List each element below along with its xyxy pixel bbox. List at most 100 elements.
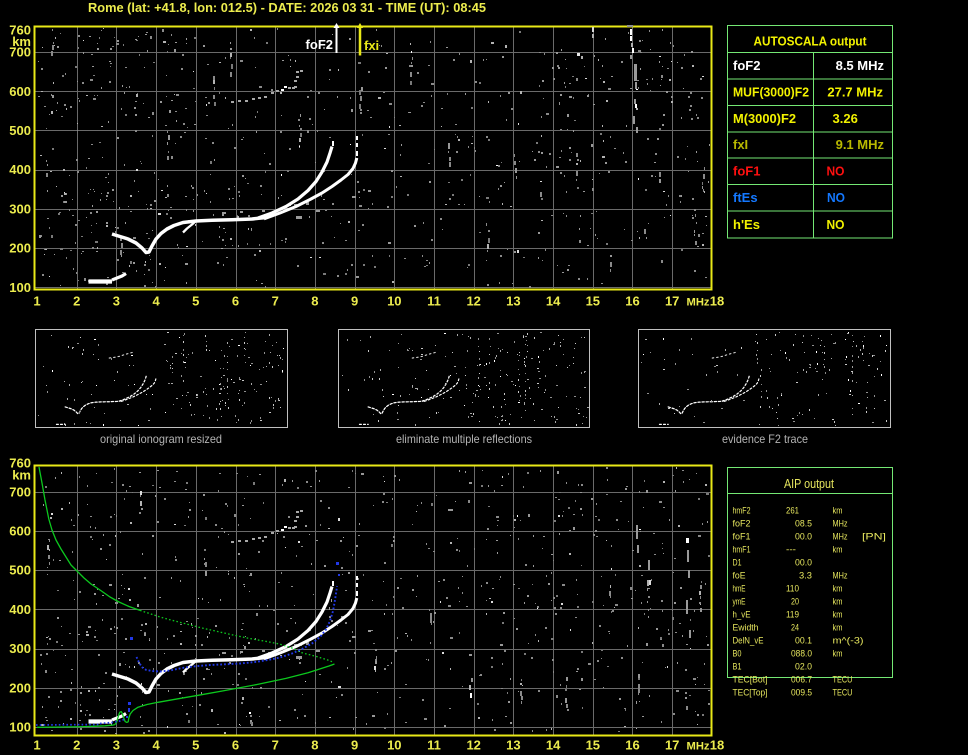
- svg-text:261: 261: [786, 505, 799, 516]
- svg-text:foF2: foF2: [306, 37, 333, 52]
- svg-text:AIP output: AIP output: [784, 477, 834, 491]
- svg-text:13: 13: [506, 294, 520, 309]
- svg-text:18: 18: [710, 294, 724, 309]
- svg-text:300: 300: [9, 201, 31, 216]
- svg-text:eliminate multiple reflections: eliminate multiple reflections: [396, 432, 532, 446]
- svg-text:2: 2: [73, 738, 80, 753]
- svg-text:10: 10: [387, 738, 401, 753]
- svg-text:3: 3: [113, 294, 120, 309]
- svg-text:MHz: MHz: [687, 297, 711, 309]
- svg-text:700: 700: [9, 45, 31, 60]
- svg-text:00.1: 00.1: [795, 635, 812, 646]
- svg-text:ftEs: ftEs: [733, 190, 758, 205]
- svg-text:12: 12: [466, 738, 480, 753]
- svg-text:9: 9: [351, 738, 358, 753]
- svg-text:hmF2: hmF2: [733, 505, 751, 516]
- svg-text:02.0: 02.0: [795, 661, 812, 672]
- svg-text:8.5 MHz: 8.5 MHz: [836, 58, 885, 73]
- svg-text:fxi: fxi: [364, 38, 379, 53]
- svg-text:200: 200: [9, 241, 31, 256]
- svg-text:6: 6: [232, 738, 239, 753]
- svg-text:24: 24: [791, 622, 799, 633]
- svg-text:9.1 MHz: 9.1 MHz: [836, 137, 885, 152]
- svg-text:16: 16: [625, 738, 639, 753]
- svg-text:foF2: foF2: [733, 58, 760, 73]
- svg-text:3: 3: [113, 738, 120, 753]
- svg-text:088.0: 088.0: [791, 648, 812, 659]
- svg-text:MHz: MHz: [833, 570, 848, 581]
- svg-text:km: km: [833, 505, 843, 516]
- svg-text:MHz: MHz: [833, 531, 848, 542]
- svg-text:200: 200: [9, 680, 31, 695]
- svg-text:2: 2: [73, 294, 80, 309]
- svg-text:20: 20: [791, 596, 799, 607]
- svg-text:8: 8: [311, 294, 318, 309]
- svg-text:foE: foE: [733, 570, 746, 581]
- svg-text:Ewidth: Ewidth: [733, 622, 759, 633]
- svg-text:evidence F2 trace: evidence F2 trace: [722, 432, 808, 446]
- svg-text:TEC[Bot]: TEC[Bot]: [733, 674, 768, 685]
- svg-text:foF2: foF2: [733, 518, 751, 529]
- svg-text:11: 11: [427, 294, 441, 309]
- svg-text:700: 700: [9, 484, 31, 499]
- svg-text:1: 1: [33, 294, 40, 309]
- svg-text:TEC[Top]: TEC[Top]: [733, 687, 768, 698]
- svg-text:MUF(3000)F2: MUF(3000)F2: [733, 84, 809, 99]
- svg-text:NO: NO: [827, 217, 845, 232]
- svg-text:5: 5: [192, 738, 199, 753]
- svg-text:m^(-3): m^(-3): [833, 635, 864, 646]
- svg-text:h_vE: h_vE: [733, 609, 751, 620]
- svg-text:km: km: [833, 622, 843, 633]
- svg-text:27.7 MHz: 27.7 MHz: [827, 84, 883, 99]
- svg-text:B1: B1: [733, 661, 742, 672]
- svg-text:15: 15: [586, 738, 600, 753]
- svg-text:hmE: hmE: [733, 583, 746, 594]
- svg-text:ymE: ymE: [733, 596, 746, 607]
- svg-text:5: 5: [192, 294, 199, 309]
- svg-text:TECU: TECU: [833, 687, 853, 698]
- svg-text:00.0: 00.0: [795, 531, 812, 542]
- svg-text:009.5: 009.5: [791, 687, 812, 698]
- svg-text:fxI: fxI: [733, 137, 748, 152]
- svg-text:14: 14: [546, 294, 561, 309]
- svg-text:km: km: [833, 583, 843, 594]
- svg-text:500: 500: [9, 123, 31, 138]
- svg-text:110: 110: [786, 583, 799, 594]
- svg-text:300: 300: [9, 641, 31, 656]
- svg-text:D1: D1: [733, 557, 742, 568]
- svg-text:119: 119: [786, 609, 799, 620]
- svg-text:100: 100: [9, 280, 31, 295]
- svg-text:TECU: TECU: [833, 674, 853, 685]
- svg-text:17: 17: [665, 738, 679, 753]
- svg-text:17: 17: [665, 294, 679, 309]
- svg-text:600: 600: [9, 84, 31, 99]
- svg-text:MHz: MHz: [833, 518, 848, 529]
- svg-text:---: ---: [786, 544, 796, 555]
- svg-text:km: km: [833, 609, 843, 620]
- svg-text:18: 18: [710, 738, 724, 753]
- svg-text:foF1: foF1: [733, 531, 751, 542]
- svg-text:08.5: 08.5: [795, 518, 812, 529]
- svg-text:1: 1: [33, 738, 40, 753]
- svg-text:MHz: MHz: [687, 741, 711, 753]
- svg-text:14: 14: [546, 738, 561, 753]
- svg-text:7: 7: [272, 294, 279, 309]
- svg-text:16: 16: [625, 294, 639, 309]
- svg-text:500: 500: [9, 563, 31, 578]
- svg-text:7: 7: [272, 738, 279, 753]
- svg-text:3.26: 3.26: [833, 111, 858, 126]
- svg-text:3.3: 3.3: [799, 570, 812, 581]
- svg-text:NO: NO: [827, 190, 845, 205]
- svg-text:400: 400: [9, 602, 31, 617]
- svg-text:6: 6: [232, 294, 239, 309]
- svg-text:original ionogram resized: original ionogram resized: [100, 432, 222, 446]
- svg-text:km: km: [833, 544, 843, 555]
- svg-text:4: 4: [152, 294, 160, 309]
- svg-text:400: 400: [9, 162, 31, 177]
- svg-text:km: km: [833, 648, 843, 659]
- svg-text:km: km: [833, 596, 843, 607]
- svg-text:11: 11: [427, 738, 441, 753]
- svg-text:B0: B0: [733, 648, 742, 659]
- svg-text:12: 12: [466, 294, 480, 309]
- svg-text:DelN_vE: DelN_vE: [733, 635, 764, 646]
